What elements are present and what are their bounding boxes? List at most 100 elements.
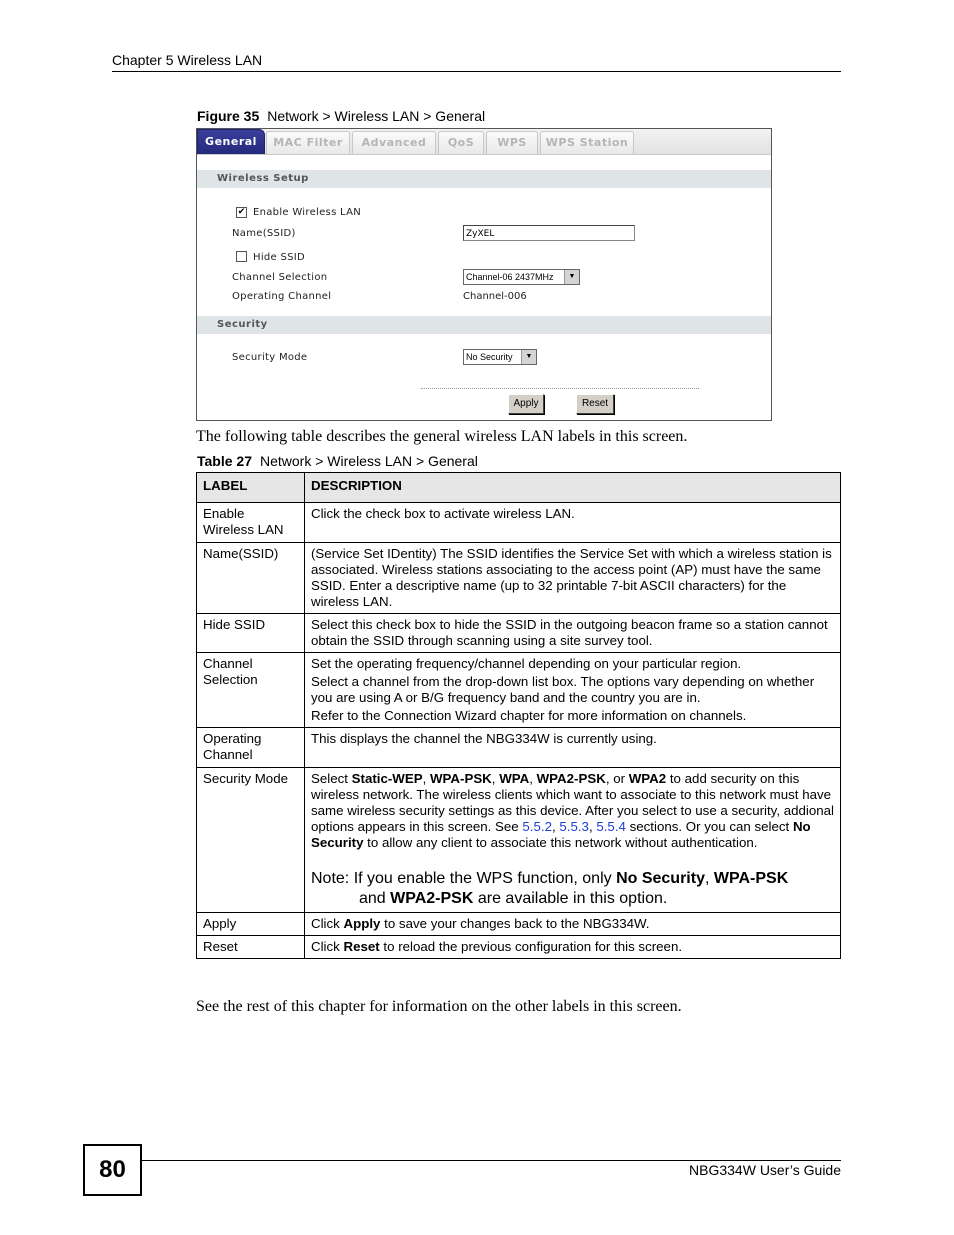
note-continuation: and WPA2-PSK are available in this optio…	[311, 889, 834, 909]
row-description: (Service Set IDentity) The SSID identifi…	[304, 542, 841, 614]
operating-channel-label: Operating Channel	[232, 291, 332, 302]
page-number: 80	[83, 1144, 142, 1196]
tab-wps-station[interactable]: WPS Station	[540, 131, 634, 154]
bold-term: WPA-PSK	[429, 771, 492, 786]
row-description: Click Reset to reload the previous confi…	[304, 935, 841, 959]
security-mode-value: No Security	[466, 352, 513, 362]
guide-title: NBG334W User’s Guide	[689, 1162, 841, 1178]
row-description: Set the operating frequency/channel depe…	[304, 652, 841, 728]
enable-wireless-lan-checkbox[interactable]: ✔	[236, 207, 247, 218]
wireless-setup-title: Wireless Setup	[217, 173, 309, 184]
operating-channel-value: Channel-006	[463, 291, 527, 302]
table-row: Hide SSID Select this check box to hide …	[196, 613, 841, 653]
text: Note: If you enable the WPS function, on…	[311, 870, 617, 887]
security-title: Security	[217, 319, 268, 330]
footer-divider	[140, 1160, 841, 1161]
bold-term: WPA2-PSK	[390, 890, 474, 907]
tab-mac-filter[interactable]: MAC Filter	[266, 131, 350, 154]
table-row: Channel Selection Set the operating freq…	[196, 652, 841, 728]
figure-title: Network > Wireless LAN > General	[267, 108, 486, 124]
chevron-down-icon[interactable]: ▼	[564, 270, 579, 284]
button-divider	[421, 388, 699, 389]
tab-qos[interactable]: QoS	[438, 131, 484, 154]
bold-term: Reset	[343, 939, 380, 954]
intro-paragraph: The following table describes the genera…	[196, 428, 688, 445]
text: ,	[704, 870, 714, 887]
label-description-table: LABEL DESCRIPTION Enable Wireless LAN Cl…	[196, 472, 841, 959]
tab-wps[interactable]: WPS	[486, 131, 538, 154]
row-description: Click the check box to activate wireless…	[304, 502, 841, 543]
ssid-label: Name(SSID)	[232, 228, 296, 239]
security-mode-dropdown[interactable]: No Security ▼	[463, 349, 537, 365]
text: Select	[311, 771, 352, 786]
hide-ssid-label: Hide SSID	[253, 252, 306, 263]
channel-selection-value: Channel-06 2437MHz	[466, 272, 554, 282]
bold-term: WPA2	[628, 771, 667, 786]
row-label: Channel Selection	[196, 652, 305, 728]
table-header-row: LABEL DESCRIPTION	[196, 472, 841, 503]
chevron-down-icon[interactable]: ▼	[521, 350, 536, 364]
section-link-5-5-4[interactable]: 5.5.4	[596, 819, 626, 834]
text: to allow any client to associate this ne…	[363, 835, 758, 850]
text: , or	[605, 771, 629, 786]
text: Click	[311, 939, 344, 954]
row-description: Select this check box to hide the SSID i…	[304, 613, 841, 653]
row-label: Operating Channel	[196, 727, 305, 768]
bold-term: WPA-PSK	[713, 870, 789, 887]
section-link-5-5-2[interactable]: 5.5.2	[522, 819, 552, 834]
security-mode-label: Security Mode	[232, 352, 308, 363]
tab-general[interactable]: General	[197, 129, 265, 154]
security-section: Security	[197, 316, 771, 334]
table-row: Apply Click Apply to save your changes b…	[196, 912, 841, 936]
enable-wireless-lan-label: Enable Wireless LAN	[253, 207, 362, 218]
outro-paragraph: See the rest of this chapter for informa…	[196, 998, 682, 1015]
section-link-5-5-3[interactable]: 5.5.3	[559, 819, 589, 834]
row-label: Name(SSID)	[196, 542, 305, 614]
row-description: Click Apply to save your changes back to…	[304, 912, 841, 936]
bold-term: WPA2-PSK	[536, 771, 606, 786]
table-label: Table 27	[197, 453, 252, 469]
row-description: Select Static-WEP, WPA-PSK, WPA, WPA2-PS…	[304, 767, 841, 913]
description-paragraph: Set the operating frequency/channel depe…	[311, 656, 742, 671]
security-mode-description: Select Static-WEP, WPA-PSK, WPA, WPA2-PS…	[311, 771, 834, 851]
row-label: Security Mode	[196, 767, 305, 913]
text: and	[359, 890, 391, 907]
channel-selection-label: Channel Selection	[232, 272, 328, 283]
text: to reload the previous configuration for…	[379, 939, 683, 954]
row-label: Enable Wireless LAN	[196, 502, 305, 543]
text: ,	[422, 771, 430, 786]
figure-label: Figure 35	[197, 108, 260, 124]
table-row: Reset Click Reset to reload the previous…	[196, 935, 841, 959]
text: to save your changes back to the NBG334W…	[380, 916, 650, 931]
reset-button[interactable]: Reset	[576, 394, 614, 414]
label-column-header: LABEL	[196, 472, 305, 503]
tab-bar: General MAC Filter Advanced QoS WPS WPS …	[197, 129, 771, 155]
ssid-input[interactable]: ZyXEL	[463, 225, 635, 241]
bold-term: No Security	[616, 870, 705, 887]
row-label: Reset	[196, 935, 305, 959]
figure-caption: Figure 35 Network > Wireless LAN > Genera…	[197, 108, 485, 124]
text: ,	[529, 771, 537, 786]
wireless-general-screenshot: General MAC Filter Advanced QoS WPS WPS …	[196, 128, 772, 421]
text: are available in this option.	[473, 890, 668, 907]
table-title: Network > Wireless LAN > General	[260, 453, 478, 469]
wps-note: Note: If you enable the WPS function, on…	[311, 869, 834, 909]
description-column-header: DESCRIPTION	[304, 472, 841, 503]
bold-term: WPA	[499, 771, 530, 786]
channel-selection-dropdown[interactable]: Channel-06 2437MHz ▼	[463, 269, 580, 285]
table-row: Name(SSID) (Service Set IDentity) The SS…	[196, 542, 841, 614]
chapter-header: Chapter 5 Wireless LAN	[112, 52, 263, 68]
table-caption: Table 27 Network > Wireless LAN > General	[197, 453, 478, 469]
table-row: Enable Wireless LAN Click the check box …	[196, 502, 841, 543]
bold-term: Apply	[343, 916, 381, 931]
apply-button[interactable]: Apply	[508, 394, 544, 414]
description-paragraph: Select a channel from the drop-down list…	[311, 674, 815, 705]
description-paragraph: Refer to the Connection Wizard chapter f…	[311, 708, 747, 723]
row-description: This displays the channel the NBG334W is…	[304, 727, 841, 768]
table-row: Security Mode Select Static-WEP, WPA-PSK…	[196, 767, 841, 913]
table-row: Operating Channel This displays the chan…	[196, 727, 841, 768]
tab-advanced[interactable]: Advanced	[352, 131, 436, 154]
row-label: Apply	[196, 912, 305, 936]
hide-ssid-checkbox[interactable]	[236, 251, 247, 262]
row-label: Hide SSID	[196, 613, 305, 653]
